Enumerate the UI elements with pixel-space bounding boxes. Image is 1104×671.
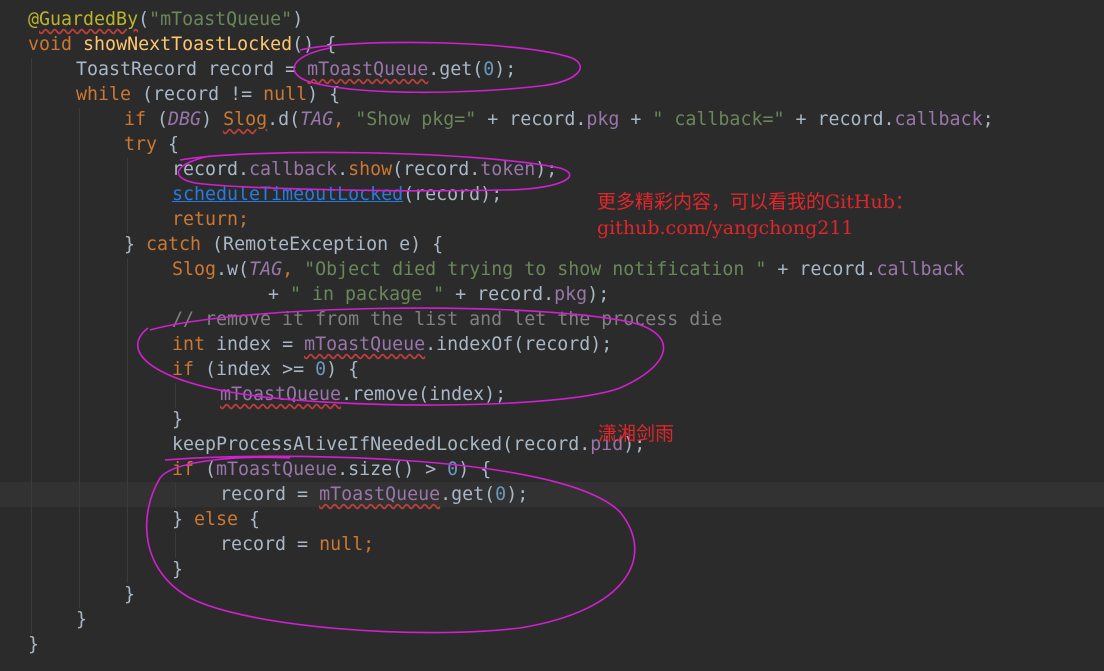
code-editor[interactable]: @GuardedBy("mToastQueue") void showNextT… bbox=[0, 0, 1104, 671]
hand-drawn-annotations bbox=[136, 41, 665, 634]
scribble-circle-else bbox=[145, 455, 636, 634]
scribble-circle-remove bbox=[136, 307, 665, 406]
scribble-circle-show bbox=[177, 151, 571, 192]
scribble-circle-get bbox=[293, 41, 581, 94]
